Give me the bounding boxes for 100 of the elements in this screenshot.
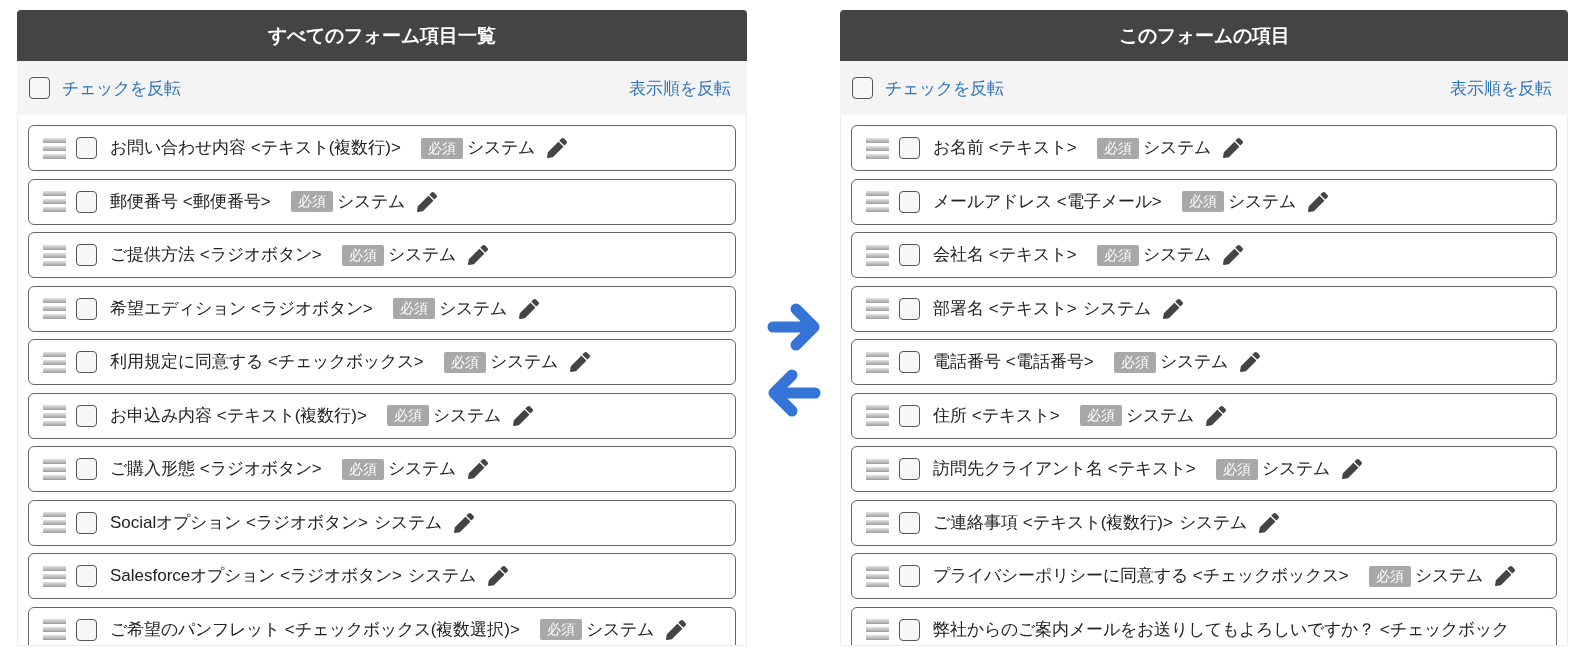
- drag-handle-icon[interactable]: [866, 298, 889, 319]
- drag-handle-icon[interactable]: [866, 351, 889, 373]
- drag-handle-icon[interactable]: [866, 244, 889, 266]
- row-checkbox[interactable]: [76, 190, 97, 213]
- form-field-row[interactable]: お名前 <テキスト> 必須 システム: [851, 125, 1557, 171]
- row-checkbox[interactable]: [76, 351, 97, 373]
- field-label: 訪問先クライアント名 <テキスト>: [933, 458, 1196, 480]
- row-checkbox[interactable]: [76, 458, 97, 480]
- drag-handle-icon[interactable]: [43, 405, 66, 426]
- row-checkbox[interactable]: [899, 511, 920, 534]
- pencil-icon[interactable]: [1307, 191, 1328, 212]
- form-field-row[interactable]: Salesforceオプション <ラジオボタン> システム: [28, 553, 736, 599]
- row-checkbox[interactable]: [76, 244, 97, 266]
- form-field-row[interactable]: ご購入形態 <ラジオボタン> 必須 システム: [28, 446, 736, 492]
- pencil-icon[interactable]: [453, 512, 474, 533]
- form-field-row[interactable]: 住所 <テキスト> 必須 システム: [851, 392, 1557, 439]
- panel-title: すべてのフォーム項目一覧: [268, 23, 496, 48]
- field-label: ご連絡事項 <テキスト(複数行)>: [933, 511, 1173, 534]
- select-all-checkbox[interactable]: [852, 77, 873, 99]
- row-checkbox[interactable]: [76, 565, 97, 587]
- row-checkbox[interactable]: [76, 297, 97, 320]
- form-field-row[interactable]: ご希望のパンフレット <チェックボックス(複数選択)> 必須 システム: [28, 606, 736, 645]
- row-checkbox[interactable]: [899, 404, 920, 427]
- reverse-order-link[interactable]: 表示順を反転: [1450, 76, 1552, 100]
- owner-label: システム: [585, 618, 654, 641]
- pencil-icon[interactable]: [1341, 459, 1362, 479]
- form-field-row[interactable]: 利用規定に同意する <チェックボックス> 必須 システム: [28, 339, 736, 385]
- drag-handle-icon[interactable]: [866, 405, 889, 426]
- field-label: 弊社からのご案内メールをお送りしてもよろしいですか？ <チェックボック: [933, 618, 1509, 641]
- form-field-row[interactable]: 訪問先クライアント名 <テキスト> 必須 システム: [851, 446, 1557, 492]
- arrow-right-icon[interactable]: [766, 302, 821, 352]
- panel-title: このフォームの項目: [1118, 23, 1290, 48]
- pencil-icon[interactable]: [665, 619, 686, 640]
- form-field-row[interactable]: ご連絡事項 <テキスト(複数行)> システム: [851, 499, 1557, 546]
- form-field-row[interactable]: 電話番号 <電話番号> 必須 システム: [851, 339, 1557, 385]
- form-field-row[interactable]: 部署名 <テキスト> システム: [851, 285, 1557, 332]
- pencil-icon[interactable]: [467, 459, 488, 479]
- required-badge: 必須: [290, 191, 333, 212]
- invert-check-link[interactable]: チェックを反転: [62, 76, 181, 100]
- drag-handle-icon[interactable]: [866, 191, 889, 212]
- drag-handle-icon[interactable]: [866, 565, 889, 587]
- form-field-row[interactable]: お問い合わせ内容 <テキスト(複数行)> 必須 システム: [28, 125, 736, 171]
- pencil-icon[interactable]: [512, 405, 533, 426]
- drag-handle-icon[interactable]: [43, 565, 66, 587]
- pencil-icon[interactable]: [518, 298, 539, 319]
- field-label: メールアドレス <電子メール>: [933, 190, 1162, 213]
- row-checkbox[interactable]: [899, 351, 920, 373]
- row-checkbox[interactable]: [76, 618, 97, 641]
- invert-check-link[interactable]: チェックを反転: [885, 76, 1004, 100]
- reverse-order-link[interactable]: 表示順を反転: [629, 76, 731, 100]
- pencil-icon[interactable]: [1258, 512, 1279, 533]
- owner-label: システム: [1142, 137, 1211, 159]
- pencil-icon[interactable]: [1239, 352, 1260, 372]
- drag-handle-icon[interactable]: [866, 458, 889, 480]
- form-field-row[interactable]: ご提供方法 <ラジオボタン> 必須 システム: [28, 232, 736, 278]
- pencil-icon[interactable]: [569, 352, 590, 372]
- row-checkbox[interactable]: [899, 244, 920, 266]
- drag-handle-icon[interactable]: [43, 191, 66, 212]
- pencil-icon[interactable]: [1494, 566, 1515, 586]
- form-field-row[interactable]: お申込み内容 <テキスト(複数行)> 必須 システム: [28, 392, 736, 439]
- pencil-icon[interactable]: [1222, 245, 1243, 265]
- pencil-icon[interactable]: [1162, 298, 1183, 319]
- pencil-icon[interactable]: [416, 191, 437, 212]
- form-field-row[interactable]: 希望エディション <ラジオボタン> 必須 システム: [28, 285, 736, 332]
- form-field-row[interactable]: Socialオプション <ラジオボタン> システム: [28, 499, 736, 546]
- drag-handle-icon[interactable]: [43, 298, 66, 319]
- pencil-icon[interactable]: [467, 245, 488, 265]
- owner-label: システム: [1414, 565, 1483, 587]
- row-checkbox[interactable]: [899, 565, 920, 587]
- drag-handle-icon[interactable]: [43, 619, 66, 640]
- arrow-left-icon[interactable]: [766, 368, 821, 418]
- pencil-icon[interactable]: [1222, 138, 1243, 158]
- form-field-row[interactable]: プライバシーポリシーに同意する <チェックボックス> 必須 システム: [851, 553, 1557, 599]
- drag-handle-icon[interactable]: [43, 512, 66, 533]
- select-all-checkbox[interactable]: [29, 77, 50, 99]
- row-checkbox[interactable]: [899, 190, 920, 213]
- drag-handle-icon[interactable]: [43, 137, 66, 159]
- drag-handle-icon[interactable]: [866, 619, 889, 640]
- pencil-icon[interactable]: [546, 138, 567, 158]
- row-checkbox[interactable]: [899, 618, 920, 641]
- drag-handle-icon[interactable]: [43, 244, 66, 266]
- pencil-icon[interactable]: [487, 566, 508, 586]
- row-checkbox[interactable]: [899, 137, 920, 159]
- form-field-row[interactable]: メールアドレス <電子メール> 必須 システム: [851, 178, 1557, 225]
- required-badge: 必須: [1181, 191, 1224, 212]
- owner-label: システム: [336, 190, 405, 213]
- form-field-row[interactable]: 弊社からのご案内メールをお送りしてもよろしいですか？ <チェックボック: [851, 606, 1557, 645]
- drag-handle-icon[interactable]: [43, 458, 66, 480]
- row-checkbox[interactable]: [76, 511, 97, 534]
- row-checkbox[interactable]: [899, 297, 920, 320]
- drag-handle-icon[interactable]: [866, 137, 889, 159]
- form-field-row[interactable]: 会社名 <テキスト> 必須 システム: [851, 232, 1557, 278]
- form-field-row[interactable]: 郵便番号 <郵便番号> 必須 システム: [28, 178, 736, 225]
- row-checkbox[interactable]: [899, 458, 920, 480]
- required-badge: 必須: [1079, 405, 1122, 426]
- row-checkbox[interactable]: [76, 137, 97, 159]
- drag-handle-icon[interactable]: [866, 512, 889, 533]
- row-checkbox[interactable]: [76, 404, 97, 427]
- drag-handle-icon[interactable]: [43, 351, 66, 373]
- pencil-icon[interactable]: [1205, 405, 1226, 426]
